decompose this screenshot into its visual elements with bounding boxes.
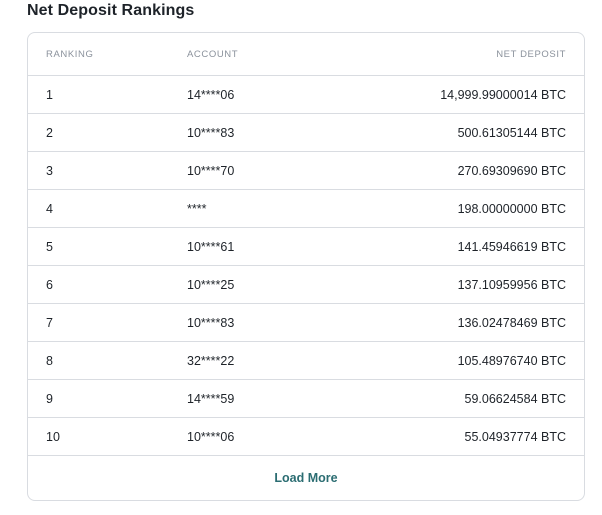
table-row: 8 32****22 105.48976740 BTC [28,342,584,380]
net-deposit-cell: 137.10959956 BTC [457,277,566,292]
rank-cell: 1 [46,87,53,102]
rank-cell: 3 [46,163,53,178]
table-row: 10 10****06 55.04937774 BTC [28,418,584,456]
net-deposit-cell: 270.69309690 BTC [457,163,566,178]
rank-cell: 4 [46,201,53,216]
table-row: 5 10****61 141.45946619 BTC [28,228,584,266]
account-cell: 10****25 [187,277,235,292]
table-row: 4 **** 198.00000000 BTC [28,190,584,228]
column-header-net-deposit: NET DEPOSIT [496,48,566,60]
account-cell: 10****83 [187,315,235,330]
account-cell: 10****06 [187,429,235,444]
table-row: 3 10****70 270.69309690 BTC [28,152,584,190]
rank-cell: 7 [46,315,53,330]
account-cell: 10****61 [187,239,235,254]
net-deposit-cell: 136.02478469 BTC [457,315,566,330]
table-row: 9 14****59 59.06624584 BTC [28,380,584,418]
rankings-table: RANKING ACCOUNT NET DEPOSIT 1 14****06 1… [27,32,585,501]
load-more-button[interactable]: Load More [274,471,337,485]
table-row: 1 14****06 14,999.99000014 BTC [28,76,584,114]
column-header-account: ACCOUNT [187,48,239,60]
account-cell: 14****06 [187,87,235,102]
rank-cell: 8 [46,353,53,368]
account-cell: 14****59 [187,391,235,406]
table-row: 2 10****83 500.61305144 BTC [28,114,584,152]
account-cell: 10****70 [187,163,235,178]
net-deposit-cell: 59.06624584 BTC [464,391,566,406]
rank-cell: 2 [46,125,53,140]
net-deposit-cell: 105.48976740 BTC [457,353,566,368]
table-header: RANKING ACCOUNT NET DEPOSIT [28,33,584,76]
page-title: Net Deposit Rankings [27,2,195,19]
net-deposit-cell: 55.04937774 BTC [464,429,566,444]
net-deposit-cell: 198.00000000 BTC [457,201,566,216]
table-row: 7 10****83 136.02478469 BTC [28,304,584,342]
column-header-ranking: RANKING [46,48,94,60]
net-deposit-cell: 14,999.99000014 BTC [440,87,566,102]
table-row: 6 10****25 137.10959956 BTC [28,266,584,304]
rank-cell: 6 [46,277,53,292]
rank-cell: 10 [46,429,60,444]
net-deposit-cell: 500.61305144 BTC [457,125,566,140]
rank-cell: 9 [46,391,53,406]
rank-cell: 5 [46,239,53,254]
account-cell: 10****83 [187,125,235,140]
table-footer: Load More [28,456,584,500]
net-deposit-cell: 141.45946619 BTC [457,239,566,254]
account-cell: 32****22 [187,353,235,368]
account-cell: **** [187,201,207,216]
